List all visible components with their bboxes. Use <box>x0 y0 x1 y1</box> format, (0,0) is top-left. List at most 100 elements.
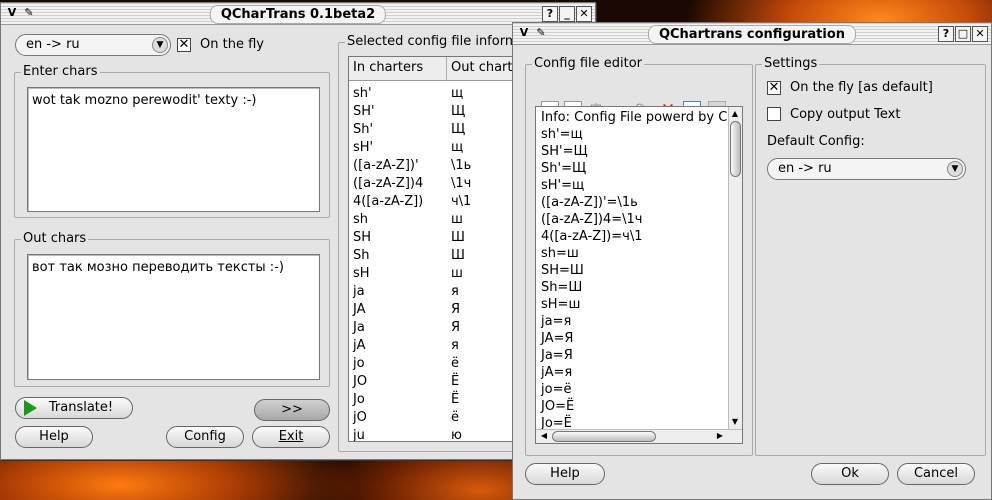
table-cell-in: ([a-zA-Z])4 <box>353 176 424 191</box>
pin-icon[interactable]: ✎ <box>21 6 37 22</box>
window-menu-icon[interactable]: V <box>4 6 20 22</box>
scroll-down-icon[interactable]: ▼ <box>729 417 741 427</box>
editor-horizontal-scrollbar[interactable]: ◀ ▶ <box>536 429 742 443</box>
translate-label: Translate! <box>48 400 114 415</box>
scroll-up-icon[interactable]: ▲ <box>729 109 741 119</box>
editor-vertical-scrollbar[interactable]: ▲ ▼ <box>728 107 742 429</box>
table-cell-in: jA <box>353 338 366 353</box>
out-chars-text: вот так мозно переводить тексты :-) <box>32 260 284 275</box>
table-cell-out: я <box>451 338 459 353</box>
ok-label: Ok <box>841 466 859 481</box>
scroll-left-icon[interactable]: ◀ <box>538 431 550 441</box>
copy-output-checkbox[interactable] <box>767 107 781 121</box>
table-cell-in: Sh' <box>353 122 374 137</box>
column-header-in[interactable]: In charters <box>349 57 447 81</box>
table-cell-in: jo <box>353 356 365 371</box>
table-cell-out: ш <box>451 212 463 227</box>
table-cell-out: ш <box>451 266 463 281</box>
table-cell-in: ja <box>353 284 365 299</box>
editor-line: JO=Ё <box>541 399 575 414</box>
out-chars-output[interactable]: вот так мозно переводить тексты :-) <box>27 254 320 380</box>
editor-line: ja=я <box>541 314 572 329</box>
pin-icon[interactable]: ✎ <box>533 26 549 42</box>
editor-line: 4([a-zA-Z])=ч\1 <box>541 229 643 244</box>
chevron-down-icon: ▼ <box>152 37 168 53</box>
editor-line: sH=ш <box>541 297 581 312</box>
editor-line: sh'=щ <box>541 127 583 142</box>
enter-chars-title: Enter chars <box>21 64 100 79</box>
on-the-fly-default-checkbox[interactable]: ✕ <box>767 81 781 95</box>
table-cell-out: щ <box>451 86 464 101</box>
table-cell-in: Jo <box>353 392 365 407</box>
config-label: Config <box>184 429 226 444</box>
table-cell-in: ([a-zA-Z])' <box>353 158 419 173</box>
editor-line: Sh'=Щ <box>541 161 587 176</box>
editor-line: sH'=щ <box>541 178 585 193</box>
exit-label: Exit <box>278 429 304 444</box>
table-cell-out: Ё <box>451 392 460 407</box>
editor-line: SH'=Щ <box>541 144 588 159</box>
main-window: V ✎ QCharTrans 0.1beta2 ? _ ✕ en -> ru ▼… <box>0 2 597 460</box>
close-icon[interactable]: ✕ <box>972 26 988 42</box>
help-button[interactable]: Help <box>15 426 93 448</box>
settings-group: Settings <box>755 56 986 456</box>
settings-title: Settings <box>762 56 820 71</box>
table-cell-out: ю <box>451 428 462 442</box>
close-icon[interactable]: ✕ <box>576 6 592 22</box>
main-titlebar[interactable]: V ✎ QCharTrans 0.1beta2 ? _ ✕ <box>1 3 595 25</box>
editor-horizontal-thumb[interactable] <box>552 431 656 442</box>
table-cell-out: Щ <box>451 104 466 119</box>
exit-button[interactable]: Exit <box>252 426 330 448</box>
table-cell-in: Ja <box>353 320 365 335</box>
help-label: Help <box>39 429 69 444</box>
on-the-fly-default-label: On the fly [as default] <box>790 80 933 95</box>
editor-vertical-thumb[interactable] <box>730 121 741 177</box>
config-info-title: Selected config file informa <box>345 34 528 49</box>
help-question-icon[interactable]: ? <box>542 6 558 22</box>
maximize-icon[interactable]: □ <box>955 26 971 42</box>
table-cell-in: ju <box>353 428 365 442</box>
window-menu-icon[interactable]: V <box>516 26 532 42</box>
help-question-icon[interactable]: ? <box>938 26 954 42</box>
default-config-combo[interactable]: en -> ru ▼ <box>767 158 966 180</box>
config-titlebar[interactable]: V ✎ QChartrans configuration ? □ ✕ <box>513 23 991 45</box>
table-cell-in: JA <box>353 302 366 317</box>
config-help-label: Help <box>550 466 580 481</box>
table-cell-in: Sh <box>353 248 370 263</box>
config-editor-title: Config file editor <box>532 56 645 71</box>
table-cell-in: SH <box>353 230 372 245</box>
cancel-button[interactable]: Cancel <box>897 463 975 485</box>
table-cell-out: \1ь <box>451 158 472 173</box>
config-editor-textarea[interactable]: Info: Config File powerd by C sh'=щ SH'=Щ S… <box>535 106 743 444</box>
enter-chars-group: Enter chars wot tak mozno perewodit' tex… <box>14 64 330 218</box>
editor-line: ([a-zA-Z])'=\1ь <box>541 195 638 210</box>
scroll-right-icon[interactable]: ▶ <box>714 431 726 441</box>
language-combo[interactable]: en -> ru ▼ <box>15 34 171 56</box>
minimize-icon[interactable]: _ <box>559 6 575 22</box>
translate-button[interactable]: Translate! <box>15 397 133 419</box>
table-cell-out: Я <box>451 320 461 335</box>
enter-chars-input[interactable]: wot tak mozno perewodit' texty :-) <box>27 87 320 212</box>
editor-line: jo=ё <box>541 382 572 397</box>
on-the-fly-label: On the fly <box>200 37 264 52</box>
table-cell-out: Я <box>451 302 461 317</box>
editor-line: ([a-zA-Z])4=\1ч <box>541 212 643 227</box>
editor-line: Ja=Я <box>541 348 573 363</box>
table-cell-in: SH' <box>353 104 375 119</box>
play-icon <box>24 400 37 416</box>
language-combo-value: en -> ru <box>26 37 80 52</box>
table-cell-out: я <box>451 284 459 299</box>
more-button[interactable]: >> <box>254 399 330 421</box>
ok-button[interactable]: Ok <box>811 463 889 485</box>
editor-line: Info: Config File powerd by C <box>541 110 728 125</box>
config-help-button[interactable]: Help <box>525 463 605 485</box>
config-button[interactable]: Config <box>166 426 244 448</box>
table-cell-in: jO <box>353 410 367 425</box>
default-config-value: en -> ru <box>778 161 832 176</box>
table-cell-in: sh <box>353 212 369 227</box>
table-cell-in: JO <box>353 374 368 389</box>
on-the-fly-checkbox[interactable]: ✕ <box>177 38 191 52</box>
editor-line: sh=ш <box>541 246 579 261</box>
chevron-down-icon: ▼ <box>947 161 963 177</box>
table-cell-out: Ш <box>451 248 465 263</box>
